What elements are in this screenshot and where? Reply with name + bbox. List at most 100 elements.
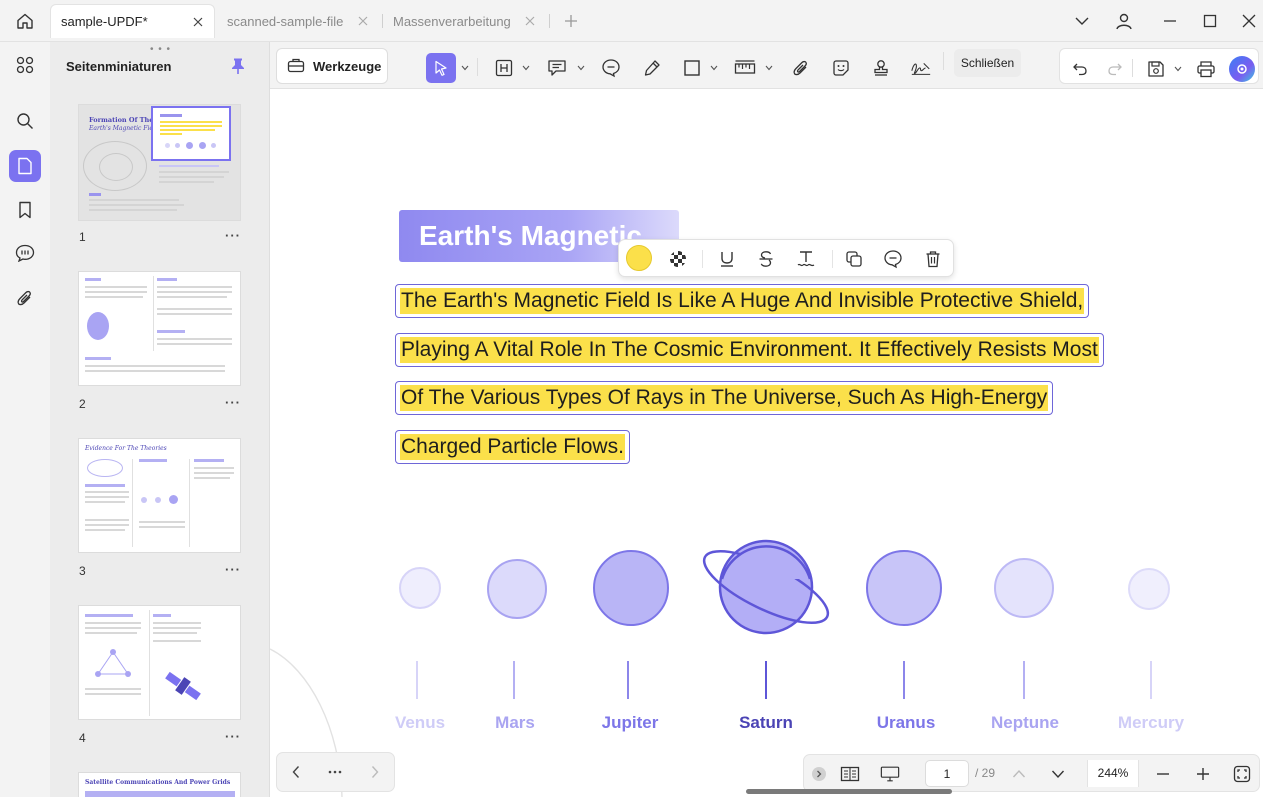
thumbnail-title: Evidence For The Theories	[85, 445, 167, 452]
measure-ruler-icon[interactable]	[734, 57, 756, 79]
chevron-down-icon[interactable]	[765, 64, 773, 72]
page-display-mode-icon[interactable]	[840, 764, 860, 784]
document-viewer: Earth's Magnetic The Earth's Magnetic Fi…	[270, 89, 1263, 797]
close-icon[interactable]	[190, 14, 206, 30]
highlighted-text-line[interactable]: Playing A Vital Role In The Cosmic Envir…	[395, 333, 1104, 367]
pin-icon[interactable]	[228, 56, 248, 76]
close-icon[interactable]	[522, 13, 538, 29]
chevron-up-icon[interactable]	[1009, 764, 1029, 784]
highlight-text: Charged Particle Flows.	[400, 434, 625, 460]
tab-separator	[549, 14, 550, 28]
page-thumbnail-4[interactable]	[78, 605, 241, 720]
underline-icon[interactable]	[716, 248, 738, 270]
copy-icon[interactable]	[843, 248, 865, 270]
zoom-out-icon[interactable]	[1153, 764, 1173, 784]
page-thumbnail-3[interactable]: Evidence For The Theories	[78, 438, 241, 553]
page-more-options[interactable]: ···	[225, 729, 241, 744]
undo-icon[interactable]	[1069, 58, 1091, 80]
save-icon[interactable]	[1145, 58, 1167, 80]
maximize-icon[interactable]	[1196, 8, 1224, 34]
thumbnail-title: Satellite Communications And Power Grids	[85, 779, 231, 786]
window-close-icon[interactable]	[1235, 8, 1263, 34]
chevron-down-icon[interactable]	[710, 64, 718, 72]
chevron-left-icon[interactable]	[286, 762, 306, 782]
redo-icon[interactable]	[1104, 58, 1126, 80]
planet-label-saturn: Saturn	[739, 713, 793, 732]
highlighted-text-line[interactable]: Charged Particle Flows.	[395, 430, 630, 464]
chevron-down-icon[interactable]	[522, 64, 530, 72]
page-more-options[interactable]: ···	[225, 228, 241, 243]
tools-button[interactable]: Werkzeuge	[276, 48, 388, 84]
paperclip-icon[interactable]	[790, 57, 812, 79]
planet-mercury-circle	[1128, 568, 1170, 610]
organize-pages-icon[interactable]	[9, 49, 41, 81]
delete-trash-icon[interactable]	[922, 248, 944, 270]
highlighted-text-line[interactable]: Of The Various Types Of Rays in The Univ…	[395, 381, 1054, 415]
tab-scanned-sample-file[interactable]: scanned-sample-file	[217, 4, 379, 38]
planet-label-mercury: Mercury	[1117, 713, 1185, 732]
search-icon[interactable]	[9, 105, 41, 137]
tab-sample-updf[interactable]: sample-UPDF*	[50, 4, 215, 38]
highlighted-text-line[interactable]: The Earth's Magnetic Field Is Like A Hug…	[395, 284, 1090, 318]
planet-label-neptune: Neptune	[991, 713, 1059, 732]
tab-label: sample-UPDF*	[61, 14, 148, 29]
presentation-icon[interactable]	[880, 764, 900, 784]
more-options-icon[interactable]	[325, 762, 345, 782]
new-tab-plus-icon[interactable]	[561, 11, 581, 31]
toolbar-separator	[702, 250, 703, 268]
current-page-input[interactable]: 1	[925, 760, 969, 787]
color-picker-icon[interactable]	[626, 245, 652, 271]
toolbar-separator	[1132, 59, 1133, 77]
page-thumbnail-1[interactable]: Formation Of The Earth's Magnetic Field	[78, 104, 241, 221]
squiggly-underline-icon[interactable]	[795, 248, 817, 270]
opacity-checker-icon[interactable]	[667, 248, 689, 270]
page-thumbnail-2[interactable]	[78, 271, 241, 386]
add-comment-icon[interactable]	[882, 248, 904, 270]
collapse-bar-icon[interactable]	[809, 764, 829, 784]
chevron-down-icon[interactable]	[577, 64, 585, 72]
close-mode-button[interactable]: Schließen	[954, 49, 1021, 77]
highlighter-pen-icon[interactable]	[641, 57, 663, 79]
tools-label: Werkzeuge	[313, 58, 382, 74]
home-icon[interactable]	[8, 8, 42, 34]
thumbnail-zoom-region	[151, 106, 231, 161]
ai-assistant-icon[interactable]	[1229, 56, 1255, 82]
page-thumbnail-5[interactable]: Satellite Communications And Power Grids	[78, 772, 241, 797]
shape-rectangle-icon[interactable]	[681, 57, 703, 79]
tab-label: scanned-sample-file	[227, 13, 344, 29]
close-icon[interactable]	[355, 13, 371, 29]
comments-icon[interactable]	[9, 237, 41, 269]
planet-jupiter-circle	[593, 550, 669, 626]
stamp-icon[interactable]	[870, 57, 892, 79]
signature-icon[interactable]	[910, 57, 932, 79]
thumbnail-title: Formation Of The	[89, 116, 154, 124]
chevron-down-icon[interactable]	[1048, 764, 1068, 784]
thumbnails-icon[interactable]	[9, 150, 41, 182]
toolbar-separator	[477, 58, 478, 76]
chevron-down-icon[interactable]	[461, 64, 469, 72]
chevron-right-icon[interactable]	[365, 762, 385, 782]
tab-massenverarbeitung[interactable]: Massenverarbeitung	[383, 4, 546, 38]
fit-to-screen-icon[interactable]	[1232, 764, 1252, 784]
print-icon[interactable]	[1195, 58, 1217, 80]
page-zoom-bar: 1 / 29 244%	[803, 754, 1260, 792]
banner-title: Earth's Magnetic	[419, 220, 642, 251]
horizontal-scrollbar[interactable]	[746, 789, 952, 794]
page-more-options[interactable]: ···	[225, 395, 241, 410]
zoom-in-icon[interactable]	[1193, 764, 1213, 784]
comment-icon[interactable]	[546, 57, 568, 79]
select-cursor-icon[interactable]	[426, 53, 456, 83]
zoom-level-display[interactable]: 244%	[1087, 760, 1139, 787]
attachment-icon[interactable]	[9, 282, 41, 314]
account-icon[interactable]	[1110, 8, 1138, 34]
chevron-down-icon[interactable]	[1174, 65, 1182, 73]
sticker-icon[interactable]	[830, 57, 852, 79]
panel-drag-handle[interactable]: • • •	[150, 44, 171, 55]
text-box-icon[interactable]	[493, 57, 515, 79]
bookmark-icon[interactable]	[9, 194, 41, 226]
chevron-down-icon[interactable]	[1068, 8, 1096, 34]
minimize-icon[interactable]	[1156, 8, 1184, 34]
note-comment-icon[interactable]	[600, 57, 622, 79]
strikethrough-icon[interactable]	[755, 248, 777, 270]
page-more-options[interactable]: ···	[225, 562, 241, 577]
